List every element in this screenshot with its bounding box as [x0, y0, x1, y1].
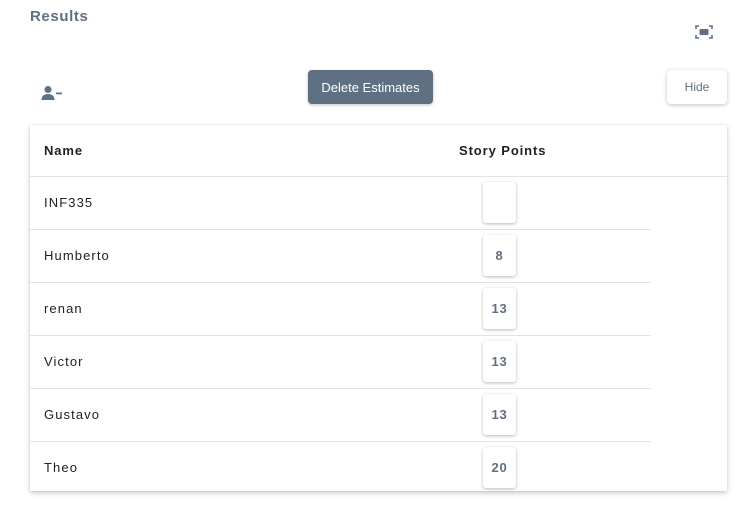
- participant-name: INF335: [44, 195, 94, 210]
- remove-user-button[interactable]: [38, 80, 66, 106]
- person-remove-icon: [41, 86, 62, 100]
- participant-name: Gustavo: [44, 407, 101, 422]
- participant-name: Theo: [44, 460, 79, 475]
- page-title: Results: [30, 8, 89, 25]
- table-header: Name Story Points: [30, 125, 727, 177]
- delete-estimates-button[interactable]: Delete Estimates: [308, 70, 433, 104]
- participant-name: Victor: [44, 354, 84, 369]
- column-header-name: Name: [44, 143, 84, 158]
- table-row: Theo 20: [30, 442, 651, 494]
- table-row: Gustavo 13: [30, 389, 651, 442]
- table-row: Humberto 8: [30, 230, 651, 283]
- table-row: INF335: [30, 177, 651, 230]
- story-point-card: 13: [483, 288, 516, 329]
- hide-button[interactable]: Hide: [667, 70, 727, 104]
- results-table: Name Story Points INF335 Humberto 8 rena…: [30, 125, 727, 491]
- fullscreen-icon: [695, 25, 713, 39]
- table-row: renan 13: [30, 283, 651, 336]
- table-row: Victor 13: [30, 336, 651, 389]
- story-point-card: 13: [483, 394, 516, 435]
- participant-name: Humberto: [44, 248, 110, 263]
- story-point-card: 20: [483, 447, 516, 488]
- story-point-card: [483, 182, 516, 223]
- fullscreen-button[interactable]: [690, 20, 718, 44]
- participant-name: renan: [44, 301, 83, 316]
- table-body: INF335 Humberto 8 renan 13 Victor 13 Gus…: [30, 177, 727, 494]
- story-point-card: 8: [483, 235, 516, 276]
- column-header-story-points: Story Points: [459, 143, 547, 158]
- story-point-card: 13: [483, 341, 516, 382]
